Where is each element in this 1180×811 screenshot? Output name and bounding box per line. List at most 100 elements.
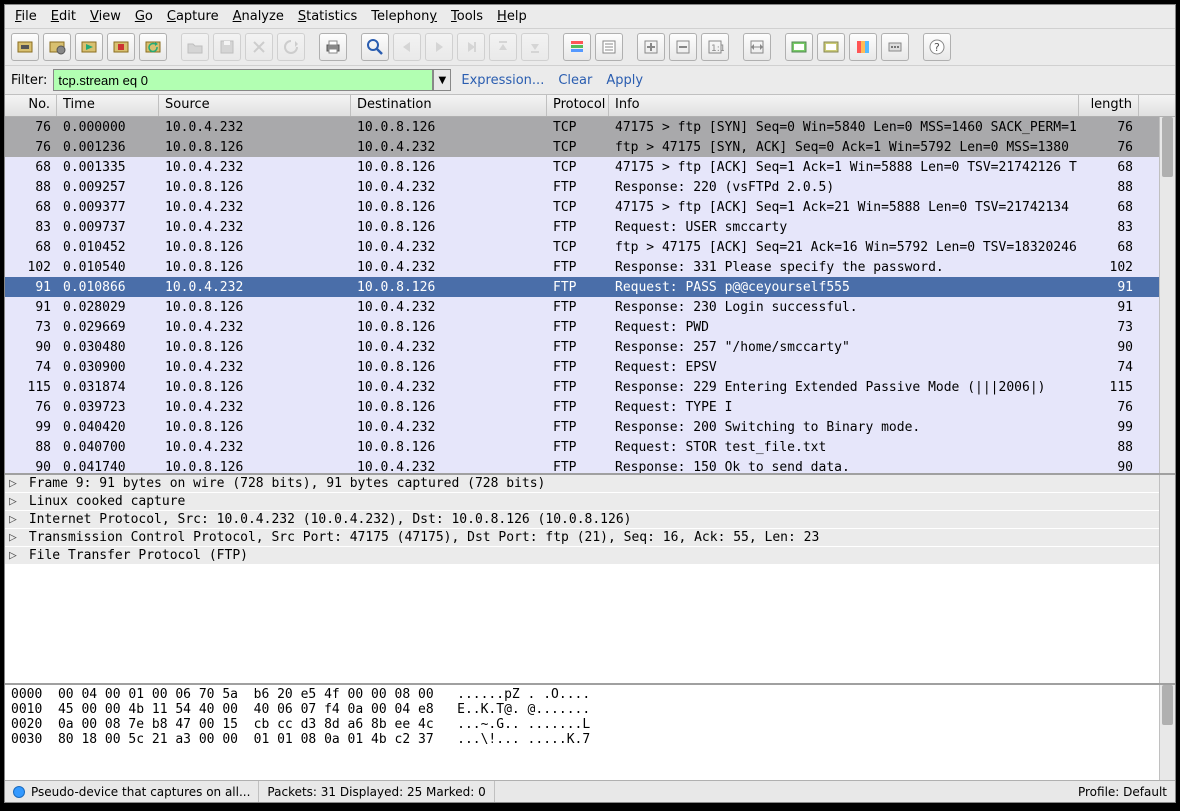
menu-tools[interactable]: Tools <box>445 7 489 26</box>
colorize-icon[interactable] <box>563 33 591 61</box>
menu-view[interactable]: View <box>84 7 127 26</box>
packet-rows[interactable]: 760.00000010.0.4.23210.0.8.126TCP47175 >… <box>5 117 1175 473</box>
menu-go[interactable]: Go <box>129 7 159 26</box>
packet-bytes-pane[interactable]: 0000 00 04 00 01 00 06 70 5a b6 20 e5 4f… <box>5 685 1175 780</box>
capture-filters-icon[interactable] <box>785 33 813 61</box>
capture-stop-icon[interactable] <box>107 33 135 61</box>
display-filters-icon[interactable] <box>817 33 845 61</box>
zoom-in-icon[interactable] <box>637 33 665 61</box>
packet-row[interactable]: 730.02966910.0.4.23210.0.8.126FTPRequest… <box>5 317 1175 337</box>
go-back-icon[interactable] <box>393 33 421 61</box>
expert-info-icon[interactable] <box>13 786 25 798</box>
header-protocol[interactable]: Protocol <box>547 95 609 116</box>
details-scrollbar[interactable] <box>1159 475 1175 683</box>
expand-icon[interactable]: ▷ <box>9 494 21 509</box>
cell-time: 0.040420 <box>57 420 159 435</box>
expand-icon[interactable]: ▷ <box>9 512 21 527</box>
packet-details-pane: ▷ Frame 9: 91 bytes on wire (728 bits), … <box>5 475 1175 685</box>
preferences-icon[interactable] <box>881 33 909 61</box>
cell-dst: 10.0.4.232 <box>351 420 547 435</box>
packet-row[interactable]: 680.00133510.0.4.23210.0.8.126TCP47175 >… <box>5 157 1175 177</box>
capture-restart-icon[interactable] <box>139 33 167 61</box>
cell-info: ftp > 47175 [SYN, ACK] Seq=0 Ack=1 Win=5… <box>609 140 1079 155</box>
packet-row[interactable]: 680.01045210.0.8.12610.0.4.232TCPftp > 4… <box>5 237 1175 257</box>
interfaces-icon[interactable] <box>11 33 39 61</box>
menu-statistics[interactable]: Statistics <box>292 7 363 26</box>
expand-icon[interactable]: ▷ <box>9 548 21 563</box>
cell-proto: TCP <box>547 240 609 255</box>
packet-row[interactable]: 910.01086610.0.4.23210.0.8.126FTPRequest… <box>5 277 1175 297</box>
find-icon[interactable] <box>361 33 389 61</box>
expand-icon[interactable]: ▷ <box>9 476 21 491</box>
go-last-icon[interactable] <box>521 33 549 61</box>
header-time[interactable]: Time <box>57 95 159 116</box>
go-to-packet-icon[interactable] <box>457 33 485 61</box>
cell-src: 10.0.4.232 <box>159 220 351 235</box>
packet-row[interactable]: 880.04070010.0.4.23210.0.8.126FTPRequest… <box>5 437 1175 457</box>
packet-row[interactable]: 910.02802910.0.8.12610.0.4.232FTPRespons… <box>5 297 1175 317</box>
header-no[interactable]: No. <box>5 95 57 116</box>
status-profile[interactable]: Profile: Default <box>1070 781 1175 802</box>
cell-dst: 10.0.8.126 <box>351 320 547 335</box>
cell-time: 0.009737 <box>57 220 159 235</box>
svg-text:1:1: 1:1 <box>711 44 724 54</box>
packet-row[interactable]: 760.03972310.0.4.23210.0.8.126FTPRequest… <box>5 397 1175 417</box>
go-first-icon[interactable] <box>489 33 517 61</box>
hex-scrollbar[interactable] <box>1159 685 1175 780</box>
detail-line[interactable]: ▷ Transmission Control Protocol, Src Por… <box>5 529 1175 547</box>
packet-row[interactable]: 830.00973710.0.4.23210.0.8.126FTPRequest… <box>5 217 1175 237</box>
cell-info: Request: PASS p@@ceyourself555 <box>609 280 1079 295</box>
expand-icon[interactable]: ▷ <box>9 530 21 545</box>
open-icon[interactable] <box>181 33 209 61</box>
detail-line[interactable]: ▷ Linux cooked capture <box>5 493 1175 511</box>
cell-time: 0.030480 <box>57 340 159 355</box>
menu-file[interactable]: File <box>9 7 43 26</box>
save-icon[interactable] <box>213 33 241 61</box>
packet-row[interactable]: 900.03048010.0.8.12610.0.4.232FTPRespons… <box>5 337 1175 357</box>
packet-row[interactable]: 880.00925710.0.8.12610.0.4.232FTPRespons… <box>5 177 1175 197</box>
menu-edit[interactable]: Edit <box>45 7 82 26</box>
detail-line[interactable]: ▷ Internet Protocol, Src: 10.0.4.232 (10… <box>5 511 1175 529</box>
cell-time: 0.028029 <box>57 300 159 315</box>
packet-row[interactable]: 760.00000010.0.4.23210.0.8.126TCP47175 >… <box>5 117 1175 137</box>
detail-line[interactable]: ▷ Frame 9: 91 bytes on wire (728 bits), … <box>5 475 1175 493</box>
capture-options-icon[interactable] <box>43 33 71 61</box>
header-info[interactable]: Info <box>609 95 1079 116</box>
packet-row[interactable]: 1150.03187410.0.8.12610.0.4.232FTPRespon… <box>5 377 1175 397</box>
packet-row[interactable]: 740.03090010.0.4.23210.0.8.126FTPRequest… <box>5 357 1175 377</box>
cell-info: 47175 > ftp [SYN] Seq=0 Win=5840 Len=0 M… <box>609 120 1079 135</box>
clear-button[interactable]: Clear <box>554 73 596 88</box>
help-icon[interactable]: ? <box>923 33 951 61</box>
auto-scroll-icon[interactable] <box>595 33 623 61</box>
packet-row[interactable]: 760.00123610.0.8.12610.0.4.232TCPftp > 4… <box>5 137 1175 157</box>
packet-row[interactable]: 680.00937710.0.4.23210.0.8.126TCP47175 >… <box>5 197 1175 217</box>
filter-dropdown-icon[interactable]: ▼ <box>433 69 451 91</box>
menu-analyze[interactable]: Analyze <box>227 7 290 26</box>
apply-button[interactable]: Apply <box>602 73 647 88</box>
filter-label: Filter: <box>11 73 47 88</box>
filter-input[interactable] <box>53 69 433 91</box>
packet-row[interactable]: 990.04042010.0.8.12610.0.4.232FTPRespons… <box>5 417 1175 437</box>
cell-dst: 10.0.8.126 <box>351 160 547 175</box>
header-length[interactable]: length <box>1079 95 1139 116</box>
reload-icon[interactable] <box>277 33 305 61</box>
packet-scrollbar[interactable] <box>1159 117 1175 473</box>
packet-row[interactable]: 1020.01054010.0.8.12610.0.4.232FTPRespon… <box>5 257 1175 277</box>
cell-info: 47175 > ftp [ACK] Seq=1 Ack=21 Win=5888 … <box>609 200 1079 215</box>
packet-row[interactable]: 900.04174010.0.8.12610.0.4.232FTPRespons… <box>5 457 1175 473</box>
detail-line[interactable]: ▷ File Transfer Protocol (FTP) <box>5 547 1175 565</box>
header-source[interactable]: Source <box>159 95 351 116</box>
menu-capture[interactable]: Capture <box>161 7 225 26</box>
menu-help[interactable]: Help <box>491 7 533 26</box>
header-destination[interactable]: Destination <box>351 95 547 116</box>
menu-telephony[interactable]: Telephony <box>365 7 443 26</box>
go-forward-icon[interactable] <box>425 33 453 61</box>
coloring-rules-icon[interactable] <box>849 33 877 61</box>
expression-button[interactable]: Expression... <box>457 73 548 88</box>
close-icon[interactable] <box>245 33 273 61</box>
print-icon[interactable] <box>319 33 347 61</box>
capture-start-icon[interactable] <box>75 33 103 61</box>
zoom-reset-icon[interactable]: 1:1 <box>701 33 729 61</box>
zoom-out-icon[interactable] <box>669 33 697 61</box>
resize-columns-icon[interactable] <box>743 33 771 61</box>
